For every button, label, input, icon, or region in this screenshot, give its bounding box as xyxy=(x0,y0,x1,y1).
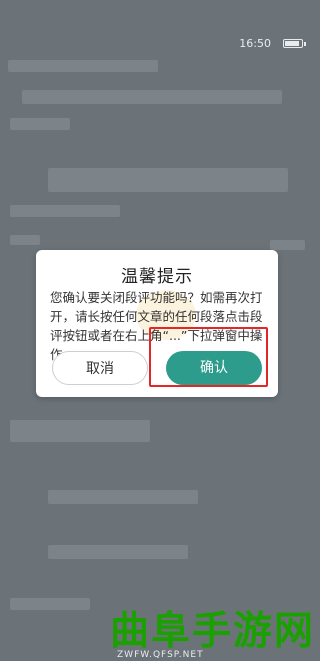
dialog-title: 温馨提示 xyxy=(121,267,193,287)
highlight-box xyxy=(149,327,268,387)
watermark-text: 曲阜手游网 xyxy=(110,609,316,654)
status-bar: 16:50 xyxy=(0,0,315,50)
watermark: 曲阜手游网 ZWFW.QFSP.NET xyxy=(0,600,315,661)
cancel-button[interactable]: 取消 xyxy=(52,351,148,385)
battery-icon xyxy=(283,39,306,48)
watermark-url: ZWFW.QFSP.NET xyxy=(117,650,204,660)
status-time: 16:50 xyxy=(239,37,271,50)
